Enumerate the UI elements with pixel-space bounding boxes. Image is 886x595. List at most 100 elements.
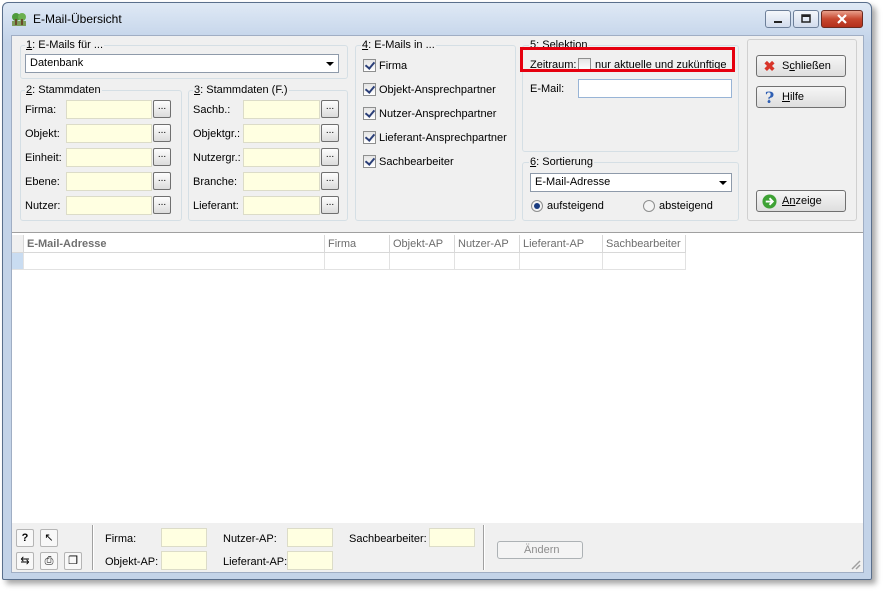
minimize-button[interactable] <box>765 10 791 28</box>
email-grid[interactable]: E-Mail-Adresse Firma Objekt-AP Nutzer-AP… <box>12 232 863 524</box>
branche-label: Branche: <box>193 176 238 188</box>
group-emails-in-label: 4: E-Mails in ... <box>361 39 436 51</box>
nutzergr-browse-button[interactable]: ... <box>321 148 339 166</box>
sort-ascending-label: aufsteigend <box>547 200 604 212</box>
nutzergr-label: Nutzergr.: <box>193 152 241 164</box>
sachbearbeiter-checkbox[interactable] <box>363 155 376 168</box>
swap-icon: ⇆ <box>20 555 30 567</box>
tree-app-icon <box>12 13 26 26</box>
column-sachbearbeiter[interactable]: Sachbearbeiter <box>603 235 686 253</box>
sort-ascending-radio[interactable] <box>531 200 543 212</box>
nutzer-input[interactable] <box>66 196 152 215</box>
grid-corner <box>12 235 24 253</box>
swap-tool-button[interactable]: ⇆ <box>16 552 34 570</box>
title-bar[interactable]: E-Mail-Übersicht <box>3 3 871 33</box>
column-firma[interactable]: Firma <box>325 235 390 253</box>
objektgr-label: Objektgr.: <box>193 128 241 140</box>
objektgr-browse-button[interactable]: ... <box>321 124 339 142</box>
footer-sachbearbeiter-label: Sachbearbeiter: <box>349 533 427 545</box>
nutzergr-input[interactable] <box>243 148 320 167</box>
minimize-icon <box>774 21 782 23</box>
nutzer-ap-checkbox[interactable] <box>363 107 376 120</box>
table-cell[interactable] <box>520 253 603 270</box>
nutzer-browse-button[interactable]: ... <box>153 196 171 214</box>
arrow-right-icon <box>762 194 777 209</box>
table-cell[interactable] <box>390 253 455 270</box>
einheit-input[interactable] <box>66 148 152 167</box>
chevron-down-icon <box>719 181 727 185</box>
footer-lieferant-ap-field <box>287 551 333 570</box>
close-window-button[interactable] <box>821 10 863 28</box>
cursor-icon: ↖ <box>44 532 54 544</box>
objekt-label: Objekt: <box>25 128 60 140</box>
lieferant-ap-checkbox[interactable] <box>363 131 376 144</box>
einheit-browse-button[interactable]: ... <box>153 148 171 166</box>
objektgr-input[interactable] <box>243 124 320 143</box>
question-icon: ? <box>21 532 29 544</box>
show-button-label: Anzeige <box>782 195 822 207</box>
email-label: E-Mail: <box>530 83 565 95</box>
emails-for-select[interactable]: Datenbank <box>25 54 339 73</box>
divider <box>483 525 485 570</box>
ebene-input[interactable] <box>66 172 152 191</box>
objekt-browse-button[interactable]: ... <box>153 124 171 142</box>
column-objekt-ap[interactable]: Objekt-AP <box>390 235 455 253</box>
ebene-browse-button[interactable]: ... <box>153 172 171 190</box>
column-lieferant-ap[interactable]: Lieferant-AP <box>520 235 603 253</box>
help-button-label: Hilfe <box>782 91 805 103</box>
emails-for-select-value: Datenbank <box>30 57 84 69</box>
print-tool-button[interactable]: ⎙ <box>40 552 58 570</box>
lieferant-browse-button[interactable]: ... <box>321 196 339 214</box>
table-cell[interactable] <box>455 253 520 270</box>
help-icon: ? <box>764 88 775 107</box>
firma-input[interactable] <box>66 100 152 119</box>
sachb-input[interactable] <box>243 100 320 119</box>
sort-select[interactable]: E-Mail-Adresse <box>530 173 732 192</box>
table-cell[interactable] <box>24 253 325 270</box>
row-indicator[interactable] <box>12 253 24 270</box>
close-button-label: Schließen <box>782 60 831 72</box>
footer-objekt-ap-field <box>161 551 207 570</box>
firma-browse-button[interactable]: ... <box>153 100 171 118</box>
objekt-ap-checkbox[interactable] <box>363 83 376 96</box>
group-master-data-f-label: 3: Stammdaten (F.) <box>193 84 289 96</box>
close-button[interactable]: ✖ Schließen <box>756 55 846 77</box>
objekt-input[interactable] <box>66 124 152 143</box>
footer-objekt-ap-label: Objekt-AP: <box>105 556 159 568</box>
branche-input[interactable] <box>243 172 320 191</box>
firma-checkbox[interactable] <box>363 59 376 72</box>
show-button[interactable]: Anzeige <box>756 190 846 212</box>
change-button[interactable]: Ändern <box>497 541 583 559</box>
sachb-label: Sachb.: <box>193 104 231 116</box>
maximize-button[interactable] <box>793 10 819 28</box>
resize-grip-icon <box>851 560 861 570</box>
email-input[interactable] <box>578 79 732 98</box>
lieferant-input[interactable] <box>243 196 320 215</box>
objekt-ap-checkbox-label: Objekt-Ansprechpartner <box>379 84 496 96</box>
maximize-icon <box>801 14 811 23</box>
client-area: 1: E-Mails für ... Datenbank 2: Stammdat… <box>11 35 864 573</box>
sort-descending-label: absteigend <box>659 200 713 212</box>
branche-browse-button[interactable]: ... <box>321 172 339 190</box>
help-tool-button[interactable]: ? <box>16 529 34 547</box>
sort-descending-radio[interactable] <box>643 200 655 212</box>
group-master-data-label: 2: Stammdaten <box>25 84 102 96</box>
column-nutzer-ap[interactable]: Nutzer-AP <box>455 235 520 253</box>
table-cell[interactable] <box>325 253 390 270</box>
copy-tool-button[interactable]: ❐ <box>64 552 82 570</box>
firma-label: Firma: <box>25 104 57 116</box>
change-button-label: Ändern <box>524 544 560 556</box>
sachb-browse-button[interactable]: ... <box>321 100 339 118</box>
lieferant-ap-checkbox-label: Lieferant-Ansprechpartner <box>379 132 507 144</box>
group-sorting-label: 6: Sortierung <box>529 156 594 168</box>
footer-nutzer-ap-field <box>287 528 333 547</box>
window-title: E-Mail-Übersicht <box>33 12 122 26</box>
footer-nutzer-ap-label: Nutzer-AP: <box>223 533 277 545</box>
ebene-label: Ebene: <box>25 176 60 188</box>
help-button[interactable]: ? Hilfe <box>756 86 846 108</box>
pointer-tool-button[interactable]: ↖ <box>40 529 58 547</box>
chevron-down-icon <box>326 62 334 66</box>
firma-checkbox-label: Firma <box>379 60 408 72</box>
table-cell[interactable] <box>603 253 686 270</box>
column-email[interactable]: E-Mail-Adresse <box>24 235 325 253</box>
